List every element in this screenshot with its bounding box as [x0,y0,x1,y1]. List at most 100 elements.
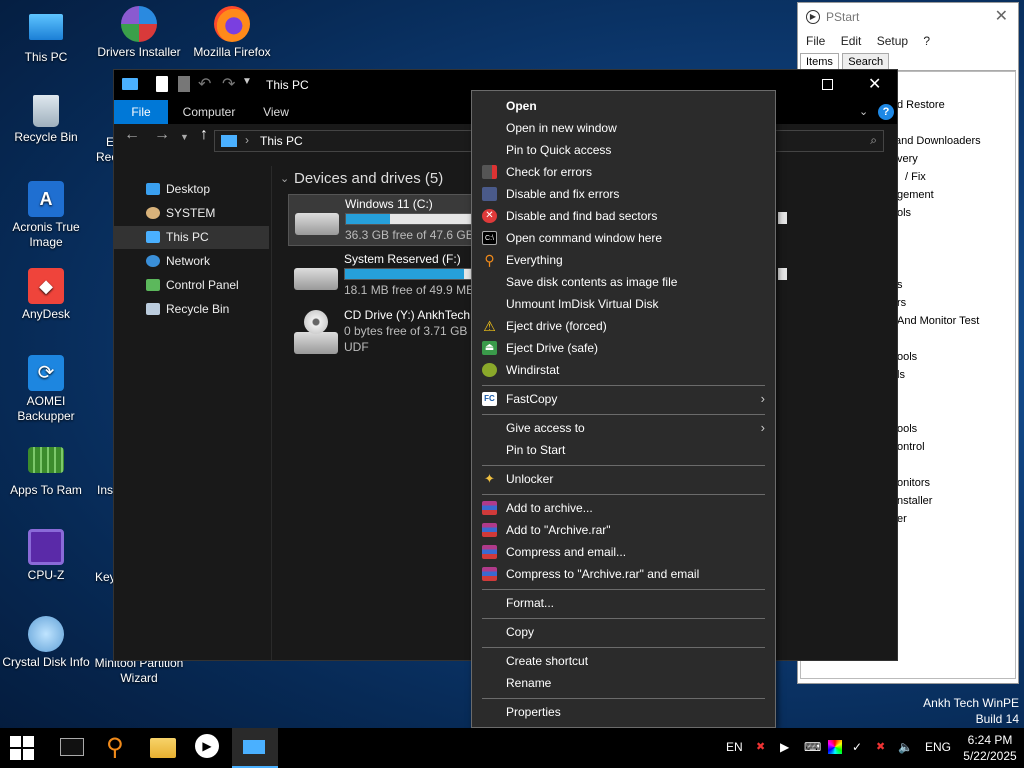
drive-item-f[interactable]: System Reserved (F:) 18.1 MB free of 49.… [288,250,484,302]
desktop-icon-aomei[interactable]: ⟳ AOMEI Backupper [0,355,92,424]
menu-item-add-archive-rar[interactable]: Add to "Archive.rar" [472,519,775,541]
chevron-down-icon[interactable]: ⌄ [859,105,868,118]
group-header[interactable]: Devices and drives (5) [294,170,443,187]
list-item[interactable]: gement [897,189,934,201]
menu-item-unlocker[interactable]: ✦ Unlocker [472,468,775,490]
menu-item-check-errors[interactable]: Check for errors [472,161,775,183]
dropdown-icon[interactable]: ▼ [180,132,189,142]
list-item[interactable]: / Fix [905,171,926,183]
list-item[interactable]: And Monitor Test [897,315,979,327]
pstart-taskbar-icon[interactable]: ▶ [195,734,219,758]
network-disconnected-icon[interactable]: ✖ [876,740,885,753]
desktop-icon-cpuz[interactable]: CPU-Z [0,529,92,583]
menu-setup[interactable]: Setup [877,34,908,48]
pstart-title-bar[interactable]: ▶ PStart ✕ [798,3,1018,31]
menu-item-eject-safe[interactable]: ⏏ Eject Drive (safe) [472,337,775,359]
sidebar-item-network[interactable]: Network [114,250,269,273]
menu-item-pin-quick-access[interactable]: Pin to Quick access [472,139,775,161]
menu-edit[interactable]: Edit [841,34,862,48]
list-item[interactable]: er [897,513,907,525]
menu-item-properties[interactable]: Properties [472,701,775,723]
menu-item-copy[interactable]: Copy [472,621,775,643]
list-item[interactable]: onitors [897,477,930,489]
tab-view[interactable]: View [254,100,298,124]
desktop-icon-recycle-bin[interactable]: Recycle Bin [0,95,92,145]
clock[interactable]: 6:24 PM 5/22/2025 [960,732,1020,764]
menu-item-compress-email[interactable]: Compress and email... [472,541,775,563]
menu-item-disable-fix-errors[interactable]: Disable and fix errors [472,183,775,205]
menu-item-windirstat[interactable]: Windirstat [472,359,775,381]
input-language[interactable]: ENG [925,740,951,754]
network-error-icon[interactable]: ✖ [756,740,765,753]
menu-item-pin-start[interactable]: Pin to Start [472,439,775,461]
list-item[interactable]: ols [897,207,911,219]
language-indicator[interactable]: EN [726,740,743,754]
menu-item-open[interactable]: Open [472,95,775,117]
list-item[interactable]: and Downloaders [895,135,981,147]
chevron-down-icon[interactable]: ▼ [242,76,252,87]
undo-icon[interactable]: ↶ [198,74,211,94]
menu-item-unmount-imdisk[interactable]: Unmount ImDisk Virtual Disk [472,293,775,315]
desktop-icon-acronis[interactable]: A Acronis True Image [0,181,92,250]
media-player-icon[interactable]: ▶ [780,740,789,754]
everything-search-icon[interactable]: ⚲ [106,734,134,762]
sidebar-item-control-panel[interactable]: Control Panel [114,274,269,297]
search-icon[interactable]: ⌕ [870,133,877,148]
list-item[interactable]: ools [897,351,917,363]
chevron-down-icon[interactable]: ⌄ [280,172,289,185]
menu-item-everything[interactable]: ⚲ Everything [472,249,775,271]
menu-item-find-bad-sectors[interactable]: ✕ Disable and find bad sectors [472,205,775,227]
menu-item-open-new-window[interactable]: Open in new window [472,117,775,139]
desktop-icon-crystal-disk[interactable]: Crystal Disk Info [0,616,92,670]
tab-search[interactable]: Search [842,53,890,70]
sidebar-item-system[interactable]: SYSTEM [114,202,269,225]
menu-item-rename[interactable]: Rename [472,672,775,694]
desktop-icon-firefox[interactable]: Mozilla Firefox [186,6,278,60]
menu-help[interactable]: ? [923,34,930,48]
start-button[interactable] [10,736,34,760]
properties-icon[interactable] [156,76,168,92]
desktop-icon-anydesk[interactable]: ◆ AnyDesk [0,268,92,322]
help-icon[interactable]: ? [878,104,894,120]
list-item[interactable]: nstaller [897,495,932,507]
up-button[interactable]: ↑ [200,126,208,144]
menu-item-cmd-here[interactable]: C:\ Open command window here [472,227,775,249]
drive-item-y[interactable]: CD Drive (Y:) AnkhTech. 0 bytes free of … [288,306,478,368]
list-item[interactable]: d Restore [897,99,945,111]
drive-item-c[interactable]: Windows 11 (C:) 36.3 GB free of 47.6 GB [288,194,488,246]
cmd-taskbar-icon[interactable] [60,738,84,756]
sidebar-item-desktop[interactable]: Desktop [114,178,269,201]
tab-file[interactable]: File [114,100,168,124]
list-item[interactable]: very [897,153,918,165]
desktop-icon-drivers-installer[interactable]: Drivers Installer [93,6,185,60]
tab-computer[interactable]: Computer [174,100,244,124]
menu-item-give-access[interactable]: Give access to › [472,417,775,439]
new-folder-icon[interactable] [178,76,190,92]
back-button[interactable]: ← [124,126,140,144]
menu-item-fastcopy[interactable]: FC FastCopy › [472,388,775,410]
menu-item-eject-forced[interactable]: ⚠ Eject drive (forced) [472,315,775,337]
list-item[interactable]: ools [897,423,917,435]
file-explorer-icon[interactable] [150,738,176,758]
menu-file[interactable]: File [806,34,825,48]
list-item[interactable]: ontrol [897,441,925,453]
desktop-icon-apps-to-ram[interactable]: Apps To Ram [0,443,92,498]
list-item[interactable]: ls [897,369,905,381]
close-icon[interactable]: ✕ [995,3,1008,31]
sidebar-item-this-pc[interactable]: This PC [114,226,269,249]
tab-items[interactable]: Items [800,53,839,70]
color-icon[interactable] [828,740,842,754]
keyboard-icon[interactable]: ⌨ [804,740,821,754]
hardware-icon[interactable]: ✓ [852,740,862,754]
volume-icon[interactable]: 🔈 [898,740,913,754]
redo-icon[interactable]: ↷ [222,74,235,94]
forward-button[interactable]: → [154,126,170,144]
menu-item-save-disk-image[interactable]: Save disk contents as image file [472,271,775,293]
menu-item-add-archive[interactable]: Add to archive... [472,497,775,519]
sidebar-item-recycle-bin[interactable]: Recycle Bin [114,298,269,321]
list-item[interactable]: rs [897,297,906,309]
menu-item-create-shortcut[interactable]: Create shortcut [472,650,775,672]
menu-item-compress-rar-email[interactable]: Compress to "Archive.rar" and email [472,563,775,585]
menu-item-format[interactable]: Format... [472,592,775,614]
close-icon[interactable]: ✕ [868,74,881,94]
